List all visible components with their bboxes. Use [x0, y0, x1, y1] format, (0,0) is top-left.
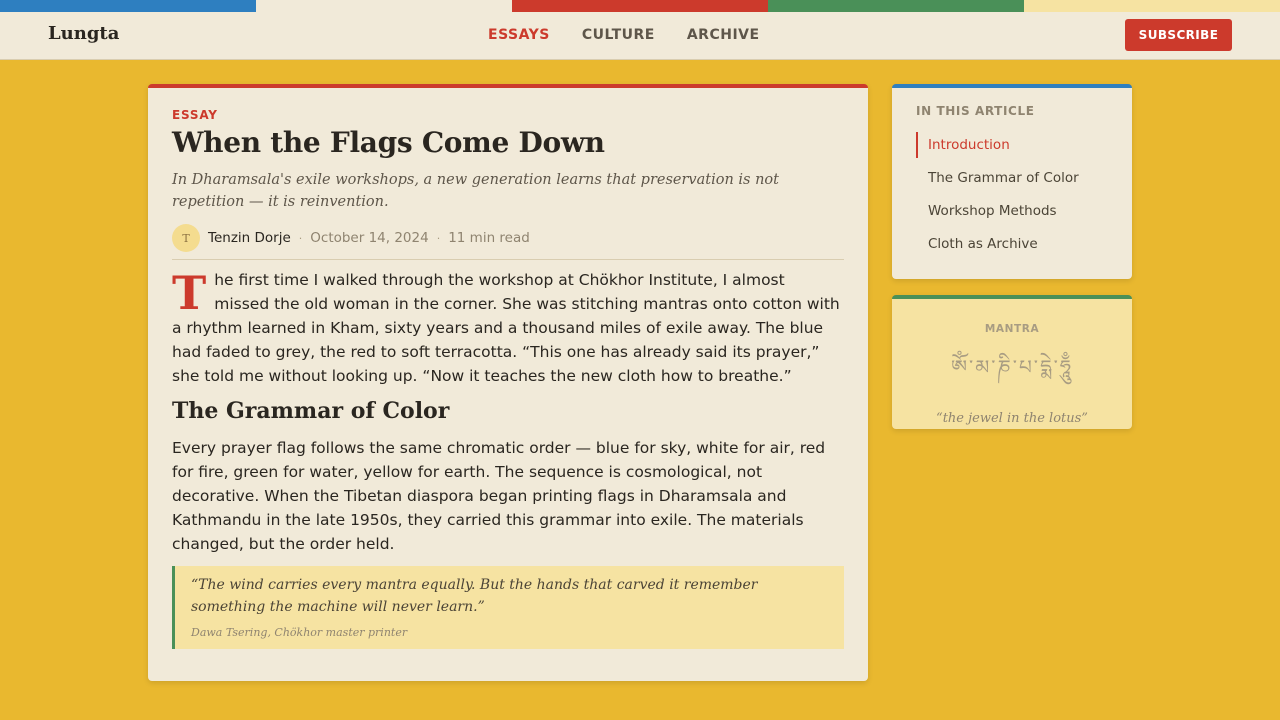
flag-stripe-blue — [0, 0, 256, 12]
mantra-heading: MANTRA — [984, 323, 1040, 335]
toc-link-introduction[interactable]: Introduction — [916, 132, 1108, 158]
pull-quote: “The wind carries every mantra equally. … — [172, 566, 844, 649]
read-time: 11 min read — [448, 230, 530, 246]
article-title: When the Flags Come Down — [172, 126, 605, 159]
drop-cap: T — [172, 266, 207, 320]
toc-heading: IN THIS ARTICLE — [916, 104, 1035, 118]
nav-link-culture[interactable]: CULTURE — [582, 27, 655, 43]
nav-link-essays[interactable]: ESSAYS — [488, 27, 550, 43]
toc-item: Introduction — [916, 132, 1108, 165]
toc-link-cloth-as-archive[interactable]: Cloth as Archive — [916, 231, 1108, 257]
body-paragraph: Every prayer flag follows the same chrom… — [172, 439, 826, 553]
byline-divider — [172, 259, 844, 260]
article-kicker: ESSAY — [172, 108, 218, 122]
toc-link-workshop-methods[interactable]: Workshop Methods — [916, 198, 1108, 224]
toc-item: Workshop Methods — [916, 198, 1108, 231]
top-nav: Lungta ESSAYS CULTURE ARCHIVE SUBSCRIBE — [0, 12, 1280, 60]
nav-links: ESSAYS CULTURE ARCHIVE — [488, 27, 760, 43]
meta-separator: · — [436, 231, 441, 245]
toc-item: The Grammar of Color — [916, 165, 1108, 198]
flag-stripe-green — [768, 0, 1024, 12]
pull-quote-text: “The wind carries every mantra equally. … — [191, 577, 758, 615]
nav-link-archive[interactable]: ARCHIVE — [687, 27, 760, 43]
intro-paragraph-text: he first time I walked through the works… — [172, 271, 840, 385]
mantra-script: ཨོཾ་མ་ཎི་པ་དྨེ་ཧཱུྃ — [950, 355, 1074, 379]
article-dek: In Dharamsala's exile workshops, a new g… — [172, 172, 779, 210]
byline: T Tenzin Dorje · October 14, 2024 · 11 m… — [172, 223, 844, 253]
flag-stripe-yellow — [1024, 0, 1280, 12]
table-of-contents: IN THIS ARTICLE Introduction The Grammar… — [892, 84, 1132, 279]
flag-stripe-red — [512, 0, 768, 12]
toc-item: Cloth as Archive — [916, 231, 1108, 264]
toc-list: Introduction The Grammar of Color Worksh… — [916, 132, 1108, 264]
pull-quote-citation: Dawa Tsering, Chökhor master printer — [191, 626, 408, 639]
subscribe-button[interactable]: SUBSCRIBE — [1125, 19, 1232, 51]
article-card: ESSAY When the Flags Come Down In Dharam… — [148, 84, 868, 681]
meta-separator: · — [298, 231, 303, 245]
mantra-translation: “the jewel in the lotus” — [936, 411, 1088, 426]
mantra-card: MANTRA ཨོཾ་མ་ཎི་པ་དྨེ་ཧཱུྃ “the jewel in… — [892, 295, 1132, 429]
publish-date: October 14, 2024 — [310, 230, 429, 246]
flag-stripe-white — [256, 0, 512, 12]
intro-paragraph: The first time I walked through the work… — [172, 268, 844, 388]
site-logo[interactable]: Lungta — [48, 23, 119, 44]
toc-link-grammar-of-color[interactable]: The Grammar of Color — [916, 165, 1108, 191]
author-name[interactable]: Tenzin Dorje — [208, 230, 291, 246]
author-avatar: T — [172, 224, 200, 252]
section-heading: The Grammar of Color — [172, 398, 450, 424]
prayer-flag-bar — [0, 0, 1280, 12]
